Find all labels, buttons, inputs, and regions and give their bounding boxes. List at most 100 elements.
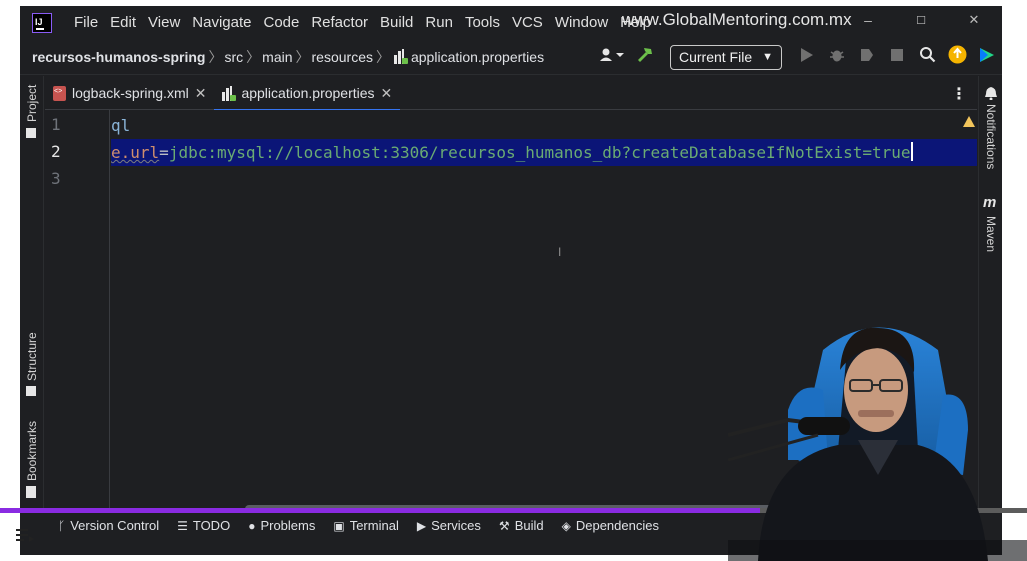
tool-problems[interactable]: ● Problems <box>248 518 315 533</box>
text-cursor-icon: I <box>558 245 562 259</box>
coverage-icon[interactable] <box>852 47 882 68</box>
editor-tabs: logback-spring.xml ✕ application.propert… <box>45 76 977 111</box>
breadcrumb-project[interactable]: recursos-humanos-spring <box>32 49 205 65</box>
chevron-down-icon: ▼ <box>762 51 773 63</box>
menu-run[interactable]: Run <box>419 6 459 39</box>
breadcrumb-separator: 〉 <box>375 48 390 65</box>
structure-icon <box>26 386 36 396</box>
site-watermark: www.GlobalMentoring.com.mx <box>622 10 852 29</box>
title-bar: File Edit View Navigate Code Refactor Bu… <box>20 6 1002 39</box>
toolbar-right: Current File ▼ <box>596 39 1002 75</box>
tool-label: TODO <box>192 518 231 533</box>
tool-build[interactable]: ⚒ Build <box>499 518 544 533</box>
left-tool-strip: Project Structure Bookmarks <box>20 76 44 508</box>
queue-icon[interactable] <box>16 528 34 542</box>
menu-view[interactable]: View <box>142 6 186 39</box>
xml-file-icon <box>53 85 66 101</box>
warning-icon[interactable] <box>963 116 975 127</box>
tab-label: logback-spring.xml <box>72 85 189 101</box>
tool-services[interactable]: ▶ Services <box>417 518 481 533</box>
breadcrumb-file[interactable]: application.properties <box>393 48 545 65</box>
bookmark-icon <box>26 486 36 498</box>
line-number: 1 <box>51 115 61 134</box>
tool-terminal[interactable]: ▣ Terminal <box>333 518 398 533</box>
search-icon[interactable] <box>912 46 942 68</box>
bookmarks-tool-tab[interactable]: Bookmarks <box>25 421 39 481</box>
tool-dependencies[interactable]: ◈ Dependencies <box>562 518 659 533</box>
problems-icon: ● <box>248 518 256 533</box>
tool-label: Services <box>431 518 481 533</box>
tool-label: Version Control <box>70 518 160 533</box>
list-icon: ☰ <box>177 518 188 533</box>
tool-label: Problems <box>260 518 316 533</box>
line-number-gutter: 1 2 3 <box>45 110 110 508</box>
structure-tool-tab[interactable]: Structure <box>25 332 39 381</box>
branch-icon: ᚴ <box>58 518 66 533</box>
hammer-icon[interactable] <box>630 46 660 69</box>
bell-icon[interactable] <box>984 86 998 105</box>
run-config-label: Current File <box>678 49 753 65</box>
tool-label: Dependencies <box>575 518 659 533</box>
tool-label: Terminal <box>349 518 399 533</box>
menu-file[interactable]: File <box>68 6 104 39</box>
jetbrains-ai-icon[interactable] <box>972 46 1002 69</box>
close-icon[interactable]: ✕ <box>195 85 207 102</box>
more-options-icon[interactable]: ⋮ <box>951 84 967 104</box>
menu-code[interactable]: Code <box>257 6 305 39</box>
webcam-presenter-image <box>728 327 1027 561</box>
user-icon[interactable] <box>596 48 630 67</box>
properties-file-icon <box>222 85 237 101</box>
code-line[interactable]: ql <box>111 112 977 139</box>
main-menu: File Edit View Navigate Code Refactor Bu… <box>68 6 657 39</box>
menu-tools[interactable]: Tools <box>459 6 506 39</box>
breadcrumb-main[interactable]: main <box>262 49 292 65</box>
menu-build[interactable]: Build <box>374 6 419 39</box>
notifications-tool-tab[interactable]: Notifications <box>984 104 998 169</box>
menu-navigate[interactable]: Navigate <box>186 6 257 39</box>
close-icon[interactable]: ✕ <box>381 85 393 102</box>
run-config-dropdown[interactable]: Current File ▼ <box>669 44 782 70</box>
property-key: e.url <box>111 143 160 162</box>
maven-tool-tab[interactable]: Maven <box>984 216 998 252</box>
property-value: jdbc:mysql://localhost:3306/recursos_hum… <box>168 143 911 162</box>
line-number: 3 <box>51 169 61 188</box>
layers-icon: ◈ <box>561 518 571 533</box>
tab-application-properties[interactable]: application.properties ✕ <box>214 76 401 111</box>
update-icon[interactable] <box>942 45 972 69</box>
tab-logback-spring[interactable]: logback-spring.xml ✕ <box>45 76 214 110</box>
hammer-icon: ⚒ <box>498 518 510 533</box>
tab-label: application.properties <box>241 85 375 101</box>
menu-window[interactable]: Window <box>549 6 614 39</box>
intellij-logo-icon[interactable] <box>32 12 52 33</box>
breadcrumb-separator: 〉 <box>295 48 310 65</box>
menu-edit[interactable]: Edit <box>104 6 142 39</box>
close-window-button[interactable]: ✕ <box>964 12 984 28</box>
breadcrumb-resources[interactable]: resources <box>312 49 373 65</box>
maximize-button[interactable]: ☐ <box>911 14 931 27</box>
text-caret <box>910 142 913 161</box>
stop-icon[interactable] <box>882 48 912 67</box>
breadcrumb-file-label: application.properties <box>410 48 545 65</box>
services-icon: ▶ <box>416 518 427 533</box>
navigation-bar: recursos-humanos-spring 〉 src 〉 main 〉 r… <box>20 39 1002 75</box>
run-icon[interactable] <box>792 47 822 68</box>
terminal-icon: ▣ <box>333 518 345 533</box>
breadcrumb-separator: 〉 <box>208 48 223 65</box>
menu-vcs[interactable]: VCS <box>506 6 549 39</box>
tool-todo[interactable]: ☰ TODO <box>177 518 230 533</box>
menu-refactor[interactable]: Refactor <box>305 6 374 39</box>
debug-icon[interactable] <box>822 47 852 68</box>
tool-version-control[interactable]: ᚴ Version Control <box>58 518 159 533</box>
breadcrumb-src[interactable]: src <box>224 49 243 65</box>
code-line-current[interactable]: e.url=jdbc:mysql://localhost:3306/recurs… <box>111 139 977 166</box>
properties-file-icon <box>393 48 408 64</box>
code-line[interactable] <box>111 166 977 193</box>
maven-icon[interactable]: m <box>983 194 996 211</box>
project-icon <box>26 128 36 138</box>
property-separator: = <box>159 143 169 162</box>
code-text: ql <box>111 116 131 135</box>
tool-label: Build <box>514 518 544 533</box>
minimize-button[interactable]: – <box>858 12 878 28</box>
line-number: 2 <box>51 142 61 161</box>
project-tool-tab[interactable]: Project <box>25 85 39 122</box>
